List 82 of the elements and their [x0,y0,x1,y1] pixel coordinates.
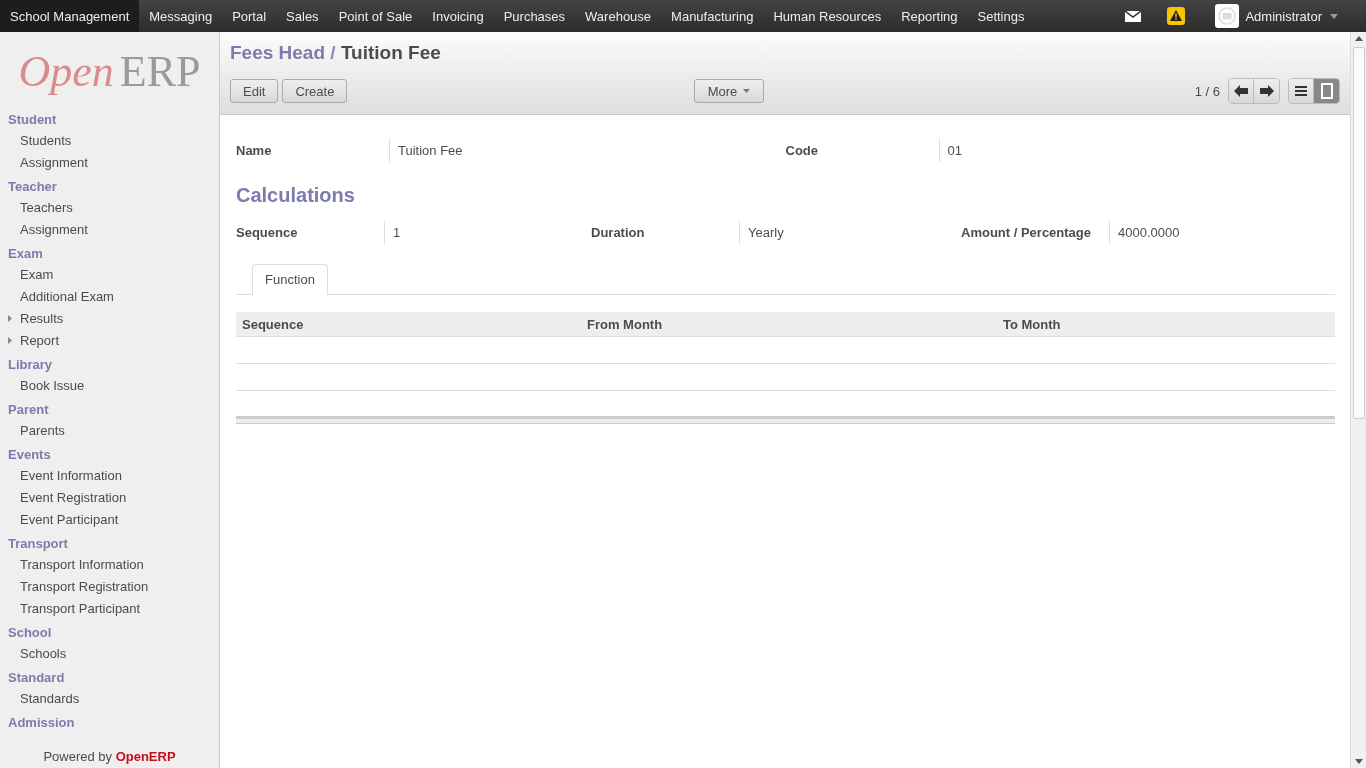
user-menu[interactable]: Administrator [1245,8,1322,24]
scroll-down-icon[interactable] [1354,759,1363,764]
section-title: Calculations [236,184,356,207]
menu-tab[interactable]: Sales [276,0,329,32]
sidebar-item[interactable]: Parents [8,422,65,438]
mail-icon[interactable] [1125,10,1142,22]
previous-button[interactable] [1229,79,1254,103]
field-label: Name [236,143,273,158]
scrollbar[interactable] [1350,32,1366,768]
sidebar-item[interactable]: Event Participant [8,511,119,527]
menu-tab[interactable]: Portal [222,0,277,32]
left-arrow-icon [1234,85,1248,97]
column-header[interactable]: From Month [581,316,997,332]
sidebar-heading: Admission [7,714,76,732]
menu-tab[interactable]: Invoicing [422,0,494,32]
field-value: 4000.0000 [1109,221,1188,244]
action-button[interactable]: Create [282,79,348,103]
caret-icon [743,89,751,93]
next-button[interactable] [1254,79,1279,103]
sidebar-item[interactable]: Additional Exam [8,288,114,304]
menu-tab[interactable]: Manufacturing [661,0,764,32]
sidebar-heading: Parent [7,401,50,419]
field-value: Yearly [739,221,792,244]
powered-by-text: Powered by OpenERP [42,748,177,766]
menu-tab[interactable]: Messaging [139,0,223,32]
page-title: Tuition Fee [340,42,441,63]
sidebar-heading: Standard [7,669,66,687]
field-label: Amount / Percentage [961,225,1093,240]
menu-tab[interactable]: Purchases [493,0,576,32]
scroll-up-icon[interactable] [1354,36,1363,41]
sidebar-item[interactable]: Assignment [8,154,88,170]
menu-tab[interactable]: Point of Sale [328,0,423,32]
menu-tab[interactable]: Human Resources [763,0,892,32]
breadcrumb-link[interactable]: Fees Head [230,42,326,63]
menu-tab[interactable]: Warehouse [575,0,662,32]
sidebar-item[interactable]: Exam [8,266,54,282]
menu-tab[interactable]: School Management [0,0,140,32]
form-icon [1320,83,1333,99]
sidebar-item[interactable]: Report [8,332,60,348]
warning-icon[interactable] [1167,7,1186,25]
sidebar-item[interactable]: Transport Information [8,556,144,572]
column-header[interactable]: Sequence [236,316,581,332]
sidebar-item[interactable]: Transport Participant [8,600,141,616]
field-value: 01 [938,139,970,162]
tab[interactable]: Function [252,264,328,295]
field-value: Tuition Fee [389,139,471,162]
right-arrow-icon [1259,85,1274,97]
menu-tab[interactable]: Settings [967,0,1035,32]
sidebar-heading: Teacher [7,178,58,196]
sidebar-item[interactable]: Event Information [8,467,122,483]
sidebar-item[interactable]: Transport Registration [8,578,149,594]
expand-icon[interactable] [8,314,12,322]
avatar-icon[interactable] [1215,4,1240,28]
sidebar-item[interactable]: Students [8,132,72,148]
expand-icon[interactable] [8,336,12,344]
sidebar-heading: Transport [7,535,69,553]
pager-text: 1 / 6 [1194,83,1220,99]
field-label: Sequence [236,225,299,240]
more-button[interactable]: More [694,79,764,103]
sidebar-item[interactable]: Standards [8,690,80,706]
sidebar-item[interactable]: Results [8,310,64,326]
sidebar-item[interactable]: Book Issue [8,377,85,393]
action-button[interactable]: Edit [230,79,279,103]
caret-icon[interactable] [1330,13,1338,19]
breadcrumb-separator: / [330,42,336,63]
list-view-button[interactable] [1289,79,1314,103]
sidebar-heading: School [7,624,53,642]
sidebar-heading: Library [7,356,54,374]
field-label: Code [785,143,819,158]
sidebar-item[interactable]: Assignment [8,221,88,237]
field-label: Duration [591,225,646,240]
sidebar-item[interactable]: Event Registration [8,489,127,505]
menu-tab[interactable]: Reporting [891,0,968,32]
logo: Open ERP [17,45,202,98]
sidebar-heading: Exam [7,245,44,263]
sidebar-item[interactable]: Teachers [8,199,73,215]
sidebar-item[interactable]: Schools [8,645,67,661]
sidebar-heading: Events [7,446,52,464]
field-value: 1 [384,221,409,244]
list-icon [1295,86,1307,96]
sidebar-heading: Student [7,111,58,129]
column-header[interactable]: To Month [997,316,1061,332]
